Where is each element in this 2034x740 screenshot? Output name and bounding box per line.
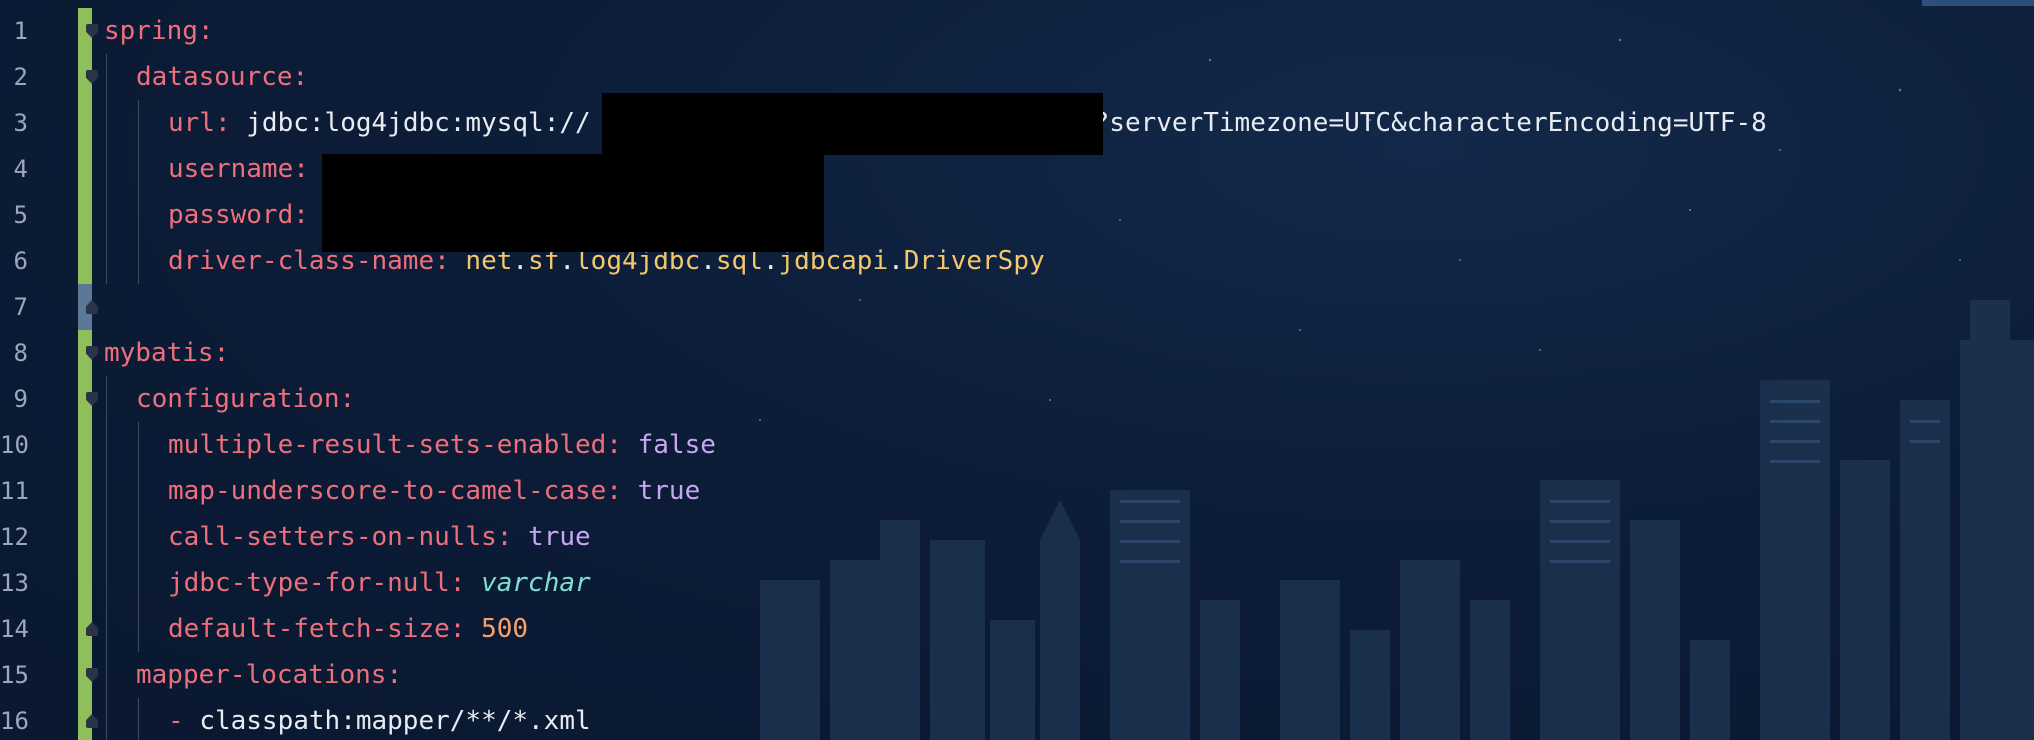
yaml-value: classpath:mapper/**/*.xml: [199, 706, 591, 736]
yaml-key: configuration: [136, 384, 340, 414]
yaml-value: ?serverTimezone=UTC&characterEncoding=UT…: [1093, 108, 1767, 138]
yaml-colon: :: [213, 338, 230, 368]
line-number: 4: [13, 155, 28, 183]
yaml-colon: :: [606, 430, 638, 460]
redaction-box-credentials: [322, 154, 824, 252]
line-number: 7: [13, 293, 28, 321]
line-number: 6: [13, 247, 28, 275]
yaml-number: 500: [481, 614, 529, 644]
yaml-colon: :: [293, 200, 309, 230]
yaml-value: jdbc:log4jdbc:mysql://: [246, 108, 591, 138]
code-line-5[interactable]: password:: [168, 192, 309, 238]
line-number: 1: [13, 17, 28, 45]
line-number: 2: [13, 63, 28, 91]
yaml-colon: :: [386, 660, 403, 690]
code-line-9[interactable]: configuration:: [136, 376, 355, 422]
yaml-colon: :: [606, 476, 638, 506]
yaml-colon: :: [339, 384, 356, 414]
yaml-key: spring: [104, 16, 198, 46]
class-name: DriverSpy: [903, 246, 1045, 276]
package-dot: .: [888, 246, 904, 276]
line-number: 3: [13, 109, 28, 137]
code-line-14[interactable]: default-fetch-size: 500: [168, 606, 528, 652]
yaml-colon: :: [496, 522, 529, 552]
indent-guide: [138, 100, 139, 284]
code-line-4[interactable]: username:: [168, 146, 309, 192]
code-line-8[interactable]: mybatis:: [104, 330, 229, 376]
yaml-enum-value: varchar: [481, 568, 591, 598]
line-number: 16: [0, 707, 29, 735]
redaction-box-host: [602, 93, 1103, 155]
line-number: 10: [0, 431, 29, 459]
code-line-1[interactable]: spring:: [104, 8, 214, 54]
yaml-list-dash: -: [168, 706, 200, 736]
yaml-key: jdbc-type-for-null: [168, 568, 450, 598]
line-number: 14: [0, 615, 29, 643]
yaml-boolean: false: [637, 430, 716, 460]
top-accent-bar: [1922, 0, 2034, 6]
indent-guide: [106, 54, 107, 284]
yaml-key: call-setters-on-nulls: [168, 522, 497, 552]
indent-guide: [138, 698, 139, 740]
line-number: 11: [0, 477, 29, 505]
yaml-colon: :: [293, 154, 309, 184]
yaml-key: url: [168, 108, 215, 138]
line-number: 13: [0, 569, 29, 597]
indent-guide: [138, 422, 139, 652]
yaml-boolean: true: [637, 476, 701, 506]
code-line-15[interactable]: mapper-locations:: [136, 652, 402, 698]
code-line-12[interactable]: call-setters-on-nulls: true: [168, 514, 591, 560]
yaml-key: datasource: [136, 62, 293, 92]
code-line-16[interactable]: - classpath:mapper/**/*.xml: [168, 698, 591, 740]
line-number: 9: [13, 385, 28, 413]
code-line-10[interactable]: multiple-result-sets-enabled: false: [168, 422, 716, 468]
line-number: 5: [13, 201, 28, 229]
yaml-colon: :: [292, 62, 309, 92]
code-line-2[interactable]: datasource:: [136, 54, 308, 100]
yaml-key: default-fetch-size: [168, 614, 450, 644]
yaml-key: mybatis: [104, 338, 214, 368]
code-editor[interactable]: 1 2 3 4 5 6 7 8 9 10 11 12 13 14 15 16 s…: [0, 0, 2034, 740]
line-number: 15: [0, 661, 29, 689]
yaml-colon: :: [214, 108, 247, 138]
yaml-colon: :: [449, 568, 482, 598]
code-line-11[interactable]: map-underscore-to-camel-case: true: [168, 468, 700, 514]
yaml-key: multiple-result-sets-enabled: [168, 430, 607, 460]
yaml-key: password: [168, 200, 294, 230]
indent-guide: [106, 376, 107, 740]
yaml-key: username: [168, 154, 294, 184]
yaml-boolean: true: [528, 522, 591, 552]
yaml-colon: :: [449, 614, 482, 644]
yaml-key: mapper-locations: [136, 660, 387, 690]
code-line-13[interactable]: jdbc-type-for-null: varchar: [168, 560, 591, 606]
line-number: 8: [13, 339, 28, 367]
line-number-gutter: 1 2 3 4 5 6 7 8 9 10 11 12 13 14 15 16: [0, 0, 60, 740]
yaml-colon: :: [197, 16, 214, 46]
yaml-key: map-underscore-to-camel-case: [168, 476, 607, 506]
line-number: 12: [0, 523, 29, 551]
